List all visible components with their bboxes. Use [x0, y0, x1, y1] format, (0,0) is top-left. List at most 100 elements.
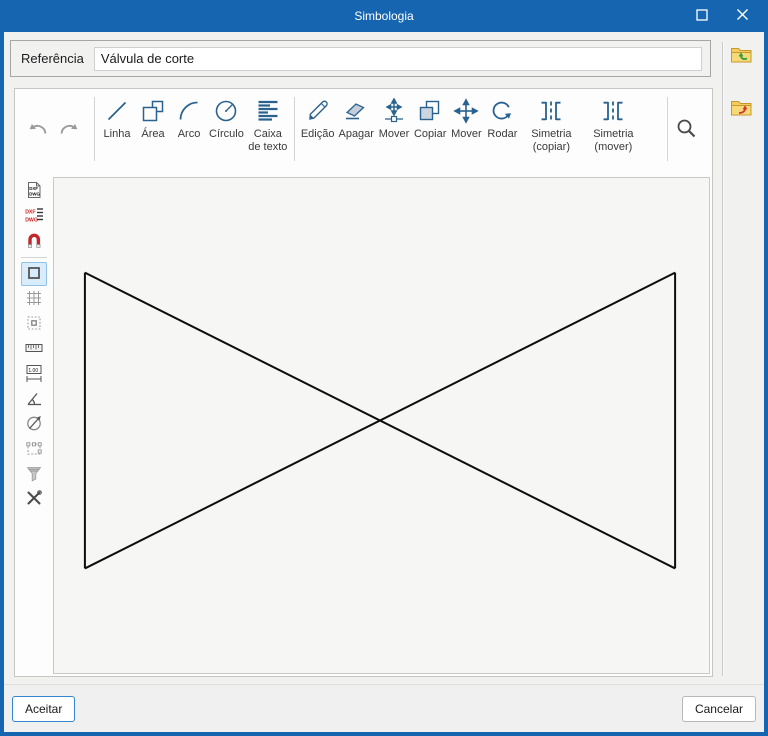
- window-border: [764, 32, 768, 732]
- svg-text:DWG: DWG: [29, 191, 40, 196]
- arc-icon: [176, 96, 202, 126]
- ruler-icon: [24, 338, 44, 361]
- tool-caixa-de-texto[interactable]: Caixa de texto: [246, 89, 290, 169]
- tool-label: Edição: [300, 128, 335, 140]
- tool-arco[interactable]: Arco: [171, 89, 207, 169]
- accept-button[interactable]: Aceitar: [12, 695, 76, 722]
- close-button[interactable]: [722, 0, 762, 32]
- save-symbol-button[interactable]: [727, 95, 757, 123]
- area-icon: [140, 96, 166, 126]
- dimension-1-00-icon: 1.00: [24, 363, 44, 386]
- tool-rodar[interactable]: Rodar: [484, 89, 520, 169]
- window-title: Simbologia: [354, 9, 414, 23]
- mirror-copy-icon: [538, 96, 564, 126]
- tool-label: Círculo: [209, 128, 244, 140]
- tool-simetria-copiar[interactable]: Simetria (copiar): [520, 89, 582, 169]
- grid-icon: [24, 288, 44, 311]
- undo-button[interactable]: [25, 117, 51, 142]
- magnifier-icon: [674, 116, 698, 143]
- tool-label: Rodar: [487, 128, 518, 140]
- crossed-tools-icon: [24, 488, 44, 511]
- redo-icon: [58, 119, 80, 140]
- filter-button[interactable]: [21, 462, 47, 486]
- folder-save-icon: [729, 97, 755, 122]
- window-border: [0, 732, 768, 736]
- svg-text:1.00: 1.00: [28, 368, 38, 374]
- tool-label: Caixa de texto: [248, 128, 288, 153]
- snap-grid-icon: [24, 313, 44, 336]
- titlebar: Simbologia: [0, 0, 768, 32]
- show-frame-button[interactable]: [21, 262, 47, 286]
- maximize-icon: [696, 8, 708, 24]
- snap-to-grid-button[interactable]: [21, 312, 47, 336]
- tools-button[interactable]: [21, 487, 47, 511]
- tool-linha[interactable]: Linha: [99, 89, 135, 169]
- copy-icon: [417, 96, 443, 126]
- top-toolbar: Linha Área Arco Círculo Caixa de texto E…: [15, 89, 712, 169]
- eraser-icon: [343, 96, 369, 126]
- textbox-icon: [255, 96, 281, 126]
- dimension-button[interactable]: 1.00: [21, 362, 47, 386]
- toolbar-separator: [293, 97, 295, 161]
- folder-open-icon: [729, 44, 755, 69]
- tool-label: Área: [141, 128, 165, 140]
- tool-area[interactable]: Área: [135, 89, 171, 169]
- tool-apagar[interactable]: Apagar: [336, 89, 375, 169]
- line-icon: [104, 96, 130, 126]
- svg-text:DXF: DXF: [25, 209, 35, 215]
- circle-icon: [213, 96, 239, 126]
- tool-label: Simetria (copiar): [531, 128, 572, 153]
- left-toolbar: DXF DWG DXF DWG 1.00: [15, 169, 53, 676]
- import-dxf-dwg-button[interactable]: DXF DWG: [21, 179, 47, 203]
- circle-arrow-icon: [24, 413, 44, 436]
- history-group: [15, 89, 90, 169]
- move-node-icon: [381, 96, 407, 126]
- show-grid-button[interactable]: [21, 287, 47, 311]
- footer-bar: Aceitar Cancelar: [4, 684, 764, 732]
- dxf-dwg-document-icon: DXF DWG: [24, 180, 44, 203]
- angle-button[interactable]: [21, 387, 47, 411]
- tool-label: Copiar: [413, 128, 447, 140]
- symbol-canvas-svg: [83, 271, 677, 570]
- editor-content: DXF DWG DXF DWG 1.00: [15, 169, 712, 676]
- tool-circulo[interactable]: Círculo: [207, 89, 246, 169]
- symbol-canvas[interactable]: [53, 177, 710, 674]
- window-controls: [682, 0, 762, 32]
- window-border: [0, 32, 4, 732]
- close-icon: [736, 8, 749, 24]
- toolbar-separator: [667, 97, 668, 161]
- tool-label: Simetria (mover): [593, 128, 634, 153]
- open-symbol-button[interactable]: [727, 42, 757, 70]
- selection-button[interactable]: [21, 437, 47, 461]
- move-icon: [453, 96, 480, 126]
- svg-text:DXF: DXF: [29, 186, 38, 191]
- svg-text:DWG: DWG: [25, 217, 38, 223]
- rotate-view-button[interactable]: [21, 412, 47, 436]
- maximize-button[interactable]: [682, 0, 722, 32]
- tool-mover-vertice[interactable]: Mover: [376, 89, 412, 169]
- tool-edicao[interactable]: Edição: [299, 89, 337, 169]
- cancel-button[interactable]: Cancelar: [681, 695, 756, 722]
- tool-label: Mover: [451, 128, 482, 140]
- editor-panel: Linha Área Arco Círculo Caixa de texto E…: [14, 88, 713, 677]
- tool-copiar[interactable]: Copiar: [412, 89, 448, 169]
- snap-magnet-button[interactable]: [21, 229, 47, 253]
- tool-label: Apagar: [338, 128, 374, 140]
- dxf-dwg-layers-icon: DXF DWG: [24, 205, 44, 228]
- ruler-button[interactable]: [21, 337, 47, 361]
- pencil-icon: [305, 96, 331, 126]
- angle-icon: [24, 388, 44, 411]
- zoom-search-button[interactable]: [672, 114, 700, 145]
- simbologia-dialog: Simbologia Referência Válvula de corte L…: [0, 0, 768, 736]
- tool-simetria-mover[interactable]: Simetria (mover): [582, 89, 644, 169]
- redo-button[interactable]: [56, 117, 82, 142]
- rotate-icon: [489, 96, 515, 126]
- left-toolbar-separator: [21, 257, 47, 258]
- reference-input[interactable]: [93, 46, 702, 71]
- toolbar-separator: [94, 97, 95, 161]
- vertical-separator: [722, 42, 724, 676]
- tool-mover[interactable]: Mover: [448, 89, 484, 169]
- undo-icon: [27, 119, 49, 140]
- export-dxf-dwg-button[interactable]: DXF DWG: [21, 204, 47, 228]
- mirror-move-icon: [600, 96, 626, 126]
